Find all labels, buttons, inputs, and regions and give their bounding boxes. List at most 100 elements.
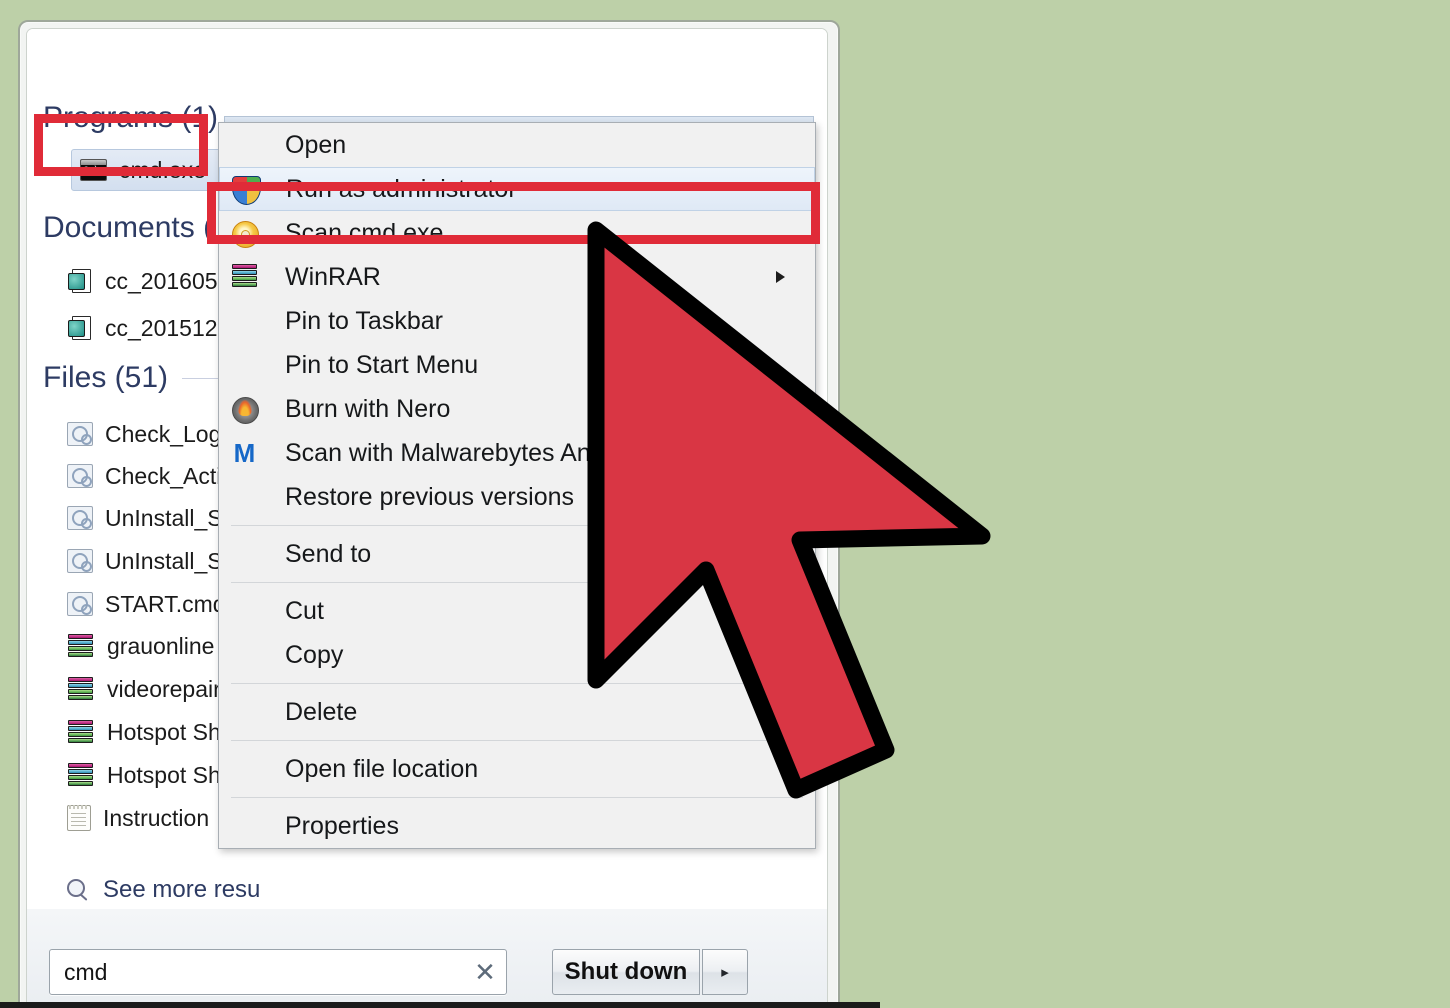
section-header-files-label: Files (51)	[43, 361, 169, 394]
script-file-icon	[67, 549, 93, 573]
result-item-label: cmd.exe	[119, 156, 206, 183]
menu-item-delete[interactable]: Delete	[219, 690, 815, 734]
menu-item-pin-to-taskbar[interactable]: Pin to Taskbar	[219, 299, 815, 343]
result-item-label: Check_Acti	[105, 462, 222, 489]
menu-item-icon-placeholder	[229, 351, 263, 379]
script-file-icon	[67, 592, 93, 616]
menu-separator	[231, 683, 803, 684]
search-input-value: cmd	[64, 958, 108, 985]
menu-item-label: Restore previous versions	[285, 482, 575, 511]
list-item[interactable]: Instruction	[67, 799, 209, 837]
chevron-right-icon[interactable]: ▸	[702, 949, 748, 995]
menu-item-open[interactable]: Open	[219, 123, 815, 167]
menu-item-icon-placeholder	[229, 483, 263, 511]
chevron-right-icon	[776, 271, 785, 283]
text-file-icon	[67, 805, 91, 831]
menu-item-cut[interactable]: Cut	[219, 589, 815, 633]
menu-item-label: Cut	[285, 596, 324, 625]
document-icon	[67, 314, 93, 342]
script-file-icon	[67, 506, 93, 530]
menu-item-label: WinRAR	[285, 262, 381, 291]
script-file-icon	[67, 422, 93, 446]
menu-item-icon-placeholder	[229, 812, 263, 840]
nero-icon	[229, 395, 263, 424]
script-file-icon	[67, 464, 93, 488]
section-header-programs-label: Programs (1)	[43, 101, 219, 134]
list-item[interactable]: grauonline	[67, 627, 214, 665]
shutdown-button-group: Shut down ▸	[552, 949, 748, 995]
see-more-results-label: See more resu	[103, 876, 261, 903]
result-item-label: Check_Log	[105, 420, 222, 447]
menu-separator	[231, 797, 803, 798]
menu-item-copy[interactable]: Copy	[219, 633, 815, 677]
menu-item-burn-with-nero[interactable]: Burn with Nero	[219, 387, 815, 431]
menu-item-label: Copy	[285, 640, 344, 669]
result-item-label: Instruction	[103, 804, 210, 831]
list-item[interactable]: Hotspot Sh	[67, 756, 221, 794]
menu-item-run-as-administrator[interactable]: Run as administrator	[219, 167, 815, 211]
result-item-label: cc_2016050	[105, 267, 231, 294]
menu-item-label: Properties	[285, 811, 399, 840]
result-item-cmd-exe[interactable]: cmd.exe	[71, 149, 231, 191]
menu-item-icon-placeholder	[229, 641, 263, 669]
result-item-label: START.cmd	[105, 590, 226, 617]
search-icon	[65, 877, 91, 903]
start-menu-bottom-bar: cmd ✕ Shut down ▸	[27, 909, 827, 1008]
result-item-label: videorepair	[107, 675, 221, 702]
result-item-label: UnInstall_S	[105, 504, 223, 531]
menu-item-label: Burn with Nero	[285, 394, 451, 423]
see-more-results-link[interactable]: See more resu	[65, 876, 260, 904]
menu-separator	[231, 525, 803, 526]
list-item[interactable]: UnInstall_S	[67, 542, 223, 580]
section-header-documents-label: Documents (	[43, 211, 214, 244]
result-item-label: cc_2015123	[105, 314, 231, 341]
menu-item-winrar[interactable]: WinRAR	[219, 255, 815, 299]
document-icon	[67, 267, 93, 295]
malwarebytes-icon	[229, 439, 263, 467]
uac-shield-icon	[230, 175, 264, 205]
shutdown-button[interactable]: Shut down	[552, 949, 700, 995]
context-menu: Open Run as administrator Scan cmd.exe W…	[218, 122, 816, 849]
menu-item-scan-cmd-exe[interactable]: Scan cmd.exe	[219, 211, 815, 255]
menu-item-send-to[interactable]: Send to	[219, 532, 815, 576]
close-icon[interactable]: ✕	[464, 957, 506, 988]
list-item[interactable]: videorepair	[67, 670, 221, 708]
winrar-archive-icon	[67, 676, 95, 702]
menu-separator	[231, 582, 803, 583]
menu-item-label: Delete	[285, 697, 358, 726]
taskbar	[0, 1002, 880, 1008]
command-prompt-icon	[80, 159, 107, 181]
menu-item-icon-placeholder	[229, 755, 263, 783]
menu-item-properties[interactable]: Properties	[219, 804, 815, 848]
result-item-document-1[interactable]: cc_2016050	[67, 262, 230, 300]
menu-item-icon-placeholder	[229, 540, 263, 568]
menu-item-scan-with-malwarebytes[interactable]: Scan with Malwarebytes Ant	[219, 431, 815, 475]
menu-item-icon-placeholder	[229, 698, 263, 726]
winrar-archive-icon	[67, 633, 95, 659]
list-item[interactable]: Hotspot Sh	[67, 713, 221, 751]
winrar-icon	[229, 263, 263, 291]
menu-item-label: Scan cmd.exe	[285, 218, 444, 247]
menu-item-label: Open	[285, 130, 347, 159]
winrar-archive-icon	[67, 762, 95, 788]
menu-item-label: Pin to Start Menu	[285, 350, 479, 379]
result-item-document-2[interactable]: cc_2015123	[67, 309, 230, 347]
menu-item-icon-placeholder	[229, 307, 263, 335]
menu-item-label: Pin to Taskbar	[285, 306, 443, 335]
menu-item-label: Run as administrator	[286, 174, 517, 203]
menu-item-icon-placeholder	[229, 597, 263, 625]
menu-item-icon-placeholder	[229, 131, 263, 159]
search-input[interactable]: cmd ✕	[49, 949, 507, 995]
list-item[interactable]: Check_Log	[67, 415, 221, 453]
result-item-label: Hotspot Sh	[107, 718, 221, 745]
list-item[interactable]: Check_Acti	[67, 457, 221, 495]
result-item-label: UnInstall_S	[105, 547, 223, 574]
menu-item-label: Send to	[285, 539, 372, 568]
result-item-label: Hotspot Sh	[107, 761, 221, 788]
menu-item-restore-previous-versions[interactable]: Restore previous versions	[219, 475, 815, 519]
list-item[interactable]: UnInstall_S	[67, 499, 223, 537]
list-item[interactable]: START.cmd	[67, 585, 226, 623]
menu-item-pin-to-start-menu[interactable]: Pin to Start Menu	[219, 343, 815, 387]
menu-item-open-file-location[interactable]: Open file location	[219, 747, 815, 791]
winrar-archive-icon	[67, 719, 95, 745]
